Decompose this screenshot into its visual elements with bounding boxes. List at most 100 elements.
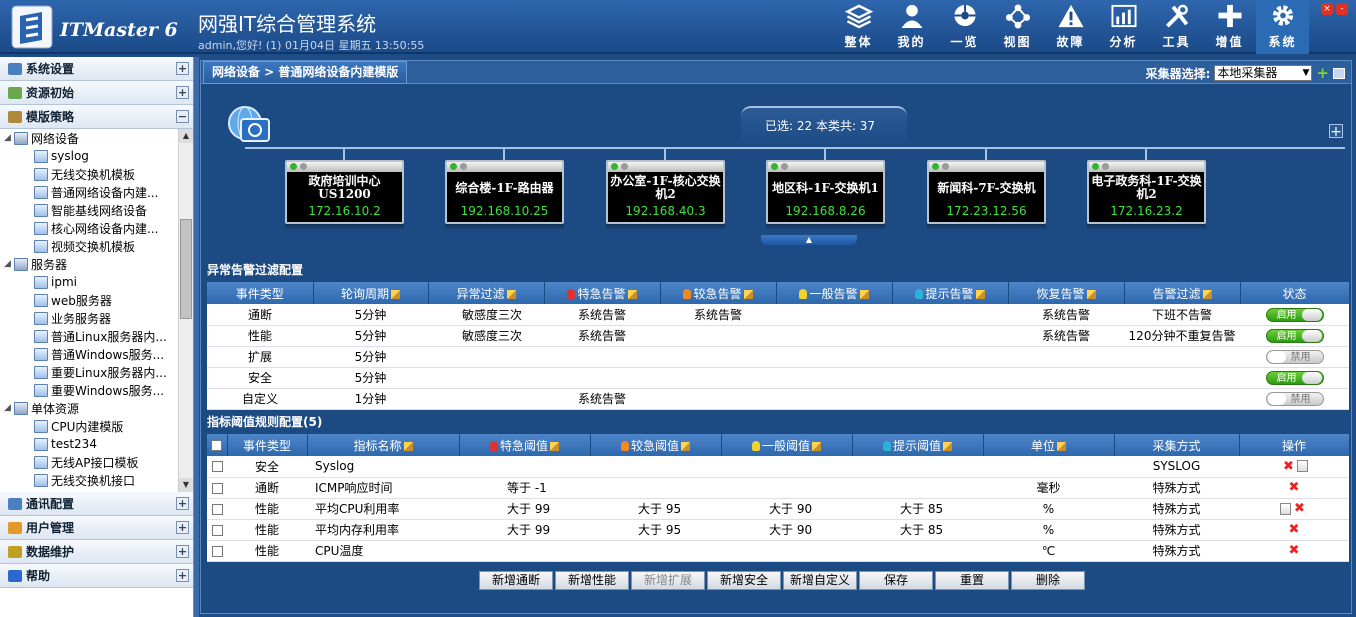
- table-row[interactable]: 安全 5分钟 启用: [207, 367, 1349, 389]
- edit-pencil-icon[interactable]: [391, 289, 400, 299]
- delete-icon[interactable]: ✖: [1289, 480, 1300, 495]
- action-button[interactable]: 重置: [935, 571, 1009, 590]
- table-row[interactable]: 性能 平均CPU利用率 大于 99 大于 95 大于 90 大于 85% 特殊方式 ✖: [207, 498, 1349, 520]
- sidebar-splitter[interactable]: [194, 57, 199, 617]
- table-row[interactable]: 通断 ICMP响应时间 等于 -1 毫秒 特殊方式 ✖: [207, 477, 1349, 499]
- tree-item[interactable]: 普通网络设备内建...: [0, 183, 178, 201]
- delete-icon[interactable]: ✖: [1289, 522, 1300, 537]
- row-checkbox[interactable]: [211, 461, 223, 473]
- window-icon[interactable]: [1333, 67, 1345, 79]
- sidebar-section[interactable]: 系统设置 +: [0, 57, 193, 81]
- tree-item[interactable]: 业务服务器: [0, 309, 178, 327]
- table-row[interactable]: 性能 平均内存利用率 大于 99 大于 95 大于 90 大于 85% 特殊方式 ✖: [207, 519, 1349, 541]
- expand-icon[interactable]: +: [176, 86, 189, 99]
- device-card[interactable]: 地区科-1F-交换机1 192.168.8.26: [766, 160, 885, 224]
- add-collector-icon[interactable]: +: [1316, 64, 1329, 82]
- sidebar-section[interactable]: 数据维护 +: [0, 540, 193, 564]
- tree-expanded-icon[interactable]: ◢: [4, 259, 14, 269]
- nav-layers[interactable]: 整体: [832, 0, 885, 54]
- sidebar-section[interactable]: 帮助 +: [0, 564, 193, 588]
- expand-icon[interactable]: +: [176, 545, 189, 558]
- nav-topology[interactable]: 视图: [991, 0, 1044, 54]
- edit-pencil-icon[interactable]: [743, 289, 753, 299]
- table-row[interactable]: 性能 5分钟 敏感度三次 系统告警 系统告警 120分钟不重复告警 启用: [207, 325, 1349, 347]
- action-button[interactable]: 保存: [859, 571, 933, 590]
- action-button[interactable]: 新增性能: [555, 571, 629, 590]
- status-toggle[interactable]: 禁用: [1265, 349, 1324, 364]
- scroll-thumb[interactable]: [180, 219, 192, 319]
- edit-pencil-icon[interactable]: [681, 441, 690, 451]
- nav-overview[interactable]: 一览: [938, 0, 991, 54]
- scroll-up-icon[interactable]: ▲: [179, 129, 193, 143]
- tree-item[interactable]: 无线AP接口模板: [0, 453, 178, 471]
- action-button[interactable]: 新增扩展: [631, 571, 705, 590]
- delete-icon[interactable]: ✖: [1294, 501, 1305, 516]
- table-row[interactable]: 通断 5分钟 敏感度三次 系统告警 系统告警 系统告警 下班不告警 启用: [207, 304, 1349, 326]
- nav-plus[interactable]: 增值: [1203, 0, 1256, 54]
- action-button[interactable]: 新增自定义: [783, 571, 857, 590]
- select-all-checkbox[interactable]: [211, 440, 223, 451]
- tree-item[interactable]: CPU内建模版: [0, 417, 178, 435]
- tree-expanded-icon[interactable]: ◢: [4, 133, 14, 143]
- edit-icon[interactable]: [1296, 460, 1308, 473]
- tree-scrollbar[interactable]: ▲ ▼: [178, 129, 193, 492]
- tree-item[interactable]: 无线交换机接口: [0, 471, 178, 489]
- tree-item[interactable]: 无线交换机模板: [0, 165, 178, 183]
- edit-icon[interactable]: [1280, 502, 1292, 515]
- scroll-down-icon[interactable]: ▼: [179, 478, 193, 492]
- nav-warning[interactable]: 故障: [1044, 0, 1097, 54]
- delete-icon[interactable]: ✖: [1289, 543, 1300, 558]
- edit-pencil-icon[interactable]: [506, 289, 516, 299]
- edit-pencil-icon[interactable]: [859, 289, 869, 299]
- collector-select[interactable]: 本地采集器: [1214, 65, 1313, 81]
- tree-expanded-icon[interactable]: ◢: [4, 403, 14, 413]
- expand-icon[interactable]: +: [176, 569, 189, 582]
- nav-gear[interactable]: 系统: [1256, 0, 1309, 54]
- collapse-icon[interactable]: −: [176, 110, 189, 123]
- tree-item[interactable]: 重要Linux服务器内...: [0, 363, 178, 381]
- edit-pencil-icon[interactable]: [812, 441, 821, 451]
- status-toggle[interactable]: 启用: [1265, 370, 1324, 385]
- tree-item[interactable]: 视频交换机模板: [0, 237, 178, 255]
- nav-tools[interactable]: 工具: [1150, 0, 1203, 54]
- device-card[interactable]: 政府培训中心US1200 172.16.10.2: [285, 160, 404, 224]
- row-checkbox[interactable]: [211, 545, 223, 557]
- table-row[interactable]: 自定义 1分钟 系统告警 禁用: [207, 388, 1349, 410]
- action-button[interactable]: 删除: [1011, 571, 1085, 590]
- tree-item[interactable]: 智能基线网络设备: [0, 201, 178, 219]
- tree-item[interactable]: test234: [0, 435, 178, 453]
- status-toggle[interactable]: 启用: [1265, 307, 1324, 322]
- sidebar-section[interactable]: 用户管理 +: [0, 516, 193, 540]
- edit-pencil-icon[interactable]: [403, 441, 413, 451]
- table-row[interactable]: 安全 Syslog SYSLOG ✖: [207, 456, 1349, 478]
- tree-item[interactable]: web服务器: [0, 291, 178, 309]
- edit-pencil-icon[interactable]: [1086, 289, 1096, 299]
- edit-pencil-icon[interactable]: [550, 441, 559, 451]
- expand-plus-icon[interactable]: +: [1329, 124, 1343, 139]
- row-checkbox[interactable]: [211, 524, 223, 536]
- tree-group[interactable]: ◢ 服务器: [0, 255, 178, 273]
- tree-group[interactable]: ◢ 单体资源: [0, 399, 178, 417]
- close-icon[interactable]: ×: [1321, 3, 1333, 15]
- tree-item[interactable]: ipmi: [0, 273, 178, 291]
- tree-item[interactable]: 核心网络设备内建...: [0, 219, 178, 237]
- minimize-icon[interactable]: -: [1336, 3, 1348, 15]
- expand-icon[interactable]: +: [176, 497, 189, 510]
- sidebar-section[interactable]: 模版策略 −: [0, 105, 193, 129]
- delete-icon[interactable]: ✖: [1283, 459, 1294, 474]
- device-card[interactable]: 综合楼-1F-路由器 192.168.10.25: [445, 160, 564, 224]
- collapse-topology-icon[interactable]: ▲: [761, 235, 857, 245]
- row-checkbox[interactable]: [211, 482, 223, 494]
- device-card[interactable]: 办公室-1F-核心交换机2 192.168.40.3: [606, 160, 725, 224]
- status-toggle[interactable]: 禁用: [1265, 391, 1324, 406]
- tree-item[interactable]: 重要Windows服务...: [0, 381, 178, 399]
- table-row[interactable]: 扩展 5分钟 禁用: [207, 346, 1349, 368]
- edit-pencil-icon[interactable]: [975, 289, 985, 299]
- status-toggle[interactable]: 启用: [1265, 328, 1324, 343]
- device-card[interactable]: 电子政务科-1F-交换机2 172.16.23.2: [1087, 160, 1206, 224]
- expand-icon[interactable]: +: [176, 62, 189, 75]
- table-row[interactable]: 性能 CPU温度 ℃ 特殊方式 ✖: [207, 540, 1349, 562]
- nav-user[interactable]: 我的: [885, 0, 938, 54]
- edit-pencil-icon[interactable]: [1057, 441, 1066, 451]
- nav-chart[interactable]: 分析: [1097, 0, 1150, 54]
